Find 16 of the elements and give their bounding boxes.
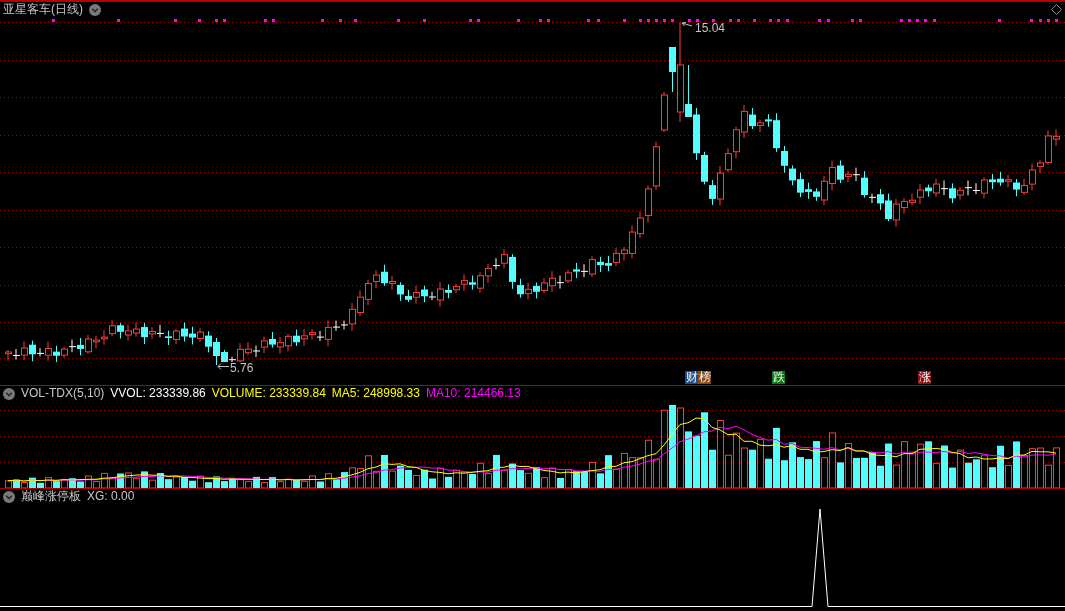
event-badge[interactable]: 跌 (772, 371, 785, 384)
event-badge[interactable]: 涨 (918, 371, 931, 384)
indicator-reading: VOLUME: 233339.84 (211, 386, 326, 401)
event-badge[interactable]: 财 (685, 371, 698, 384)
chevron-down-icon[interactable] (3, 387, 15, 400)
indicator-reading: MA5: 248998.33 (331, 386, 420, 401)
indicator-reading: VVOL: 233339.86 (110, 386, 206, 401)
indicator-reading: XG: 0.00 (87, 489, 135, 504)
indicator-name: 巅峰涨停板 (21, 489, 81, 504)
indicator-name: VOL-TDX(5,10) (21, 386, 105, 401)
diamond-icon[interactable] (1051, 4, 1062, 15)
stock-title: 亚星客车(日线) (3, 2, 83, 17)
indicator-reading: MA10: 214466.13 (425, 386, 521, 401)
event-badge[interactable]: 榜 (698, 371, 711, 384)
chevron-down-icon[interactable] (89, 3, 101, 16)
chevron-down-icon[interactable] (3, 490, 15, 503)
